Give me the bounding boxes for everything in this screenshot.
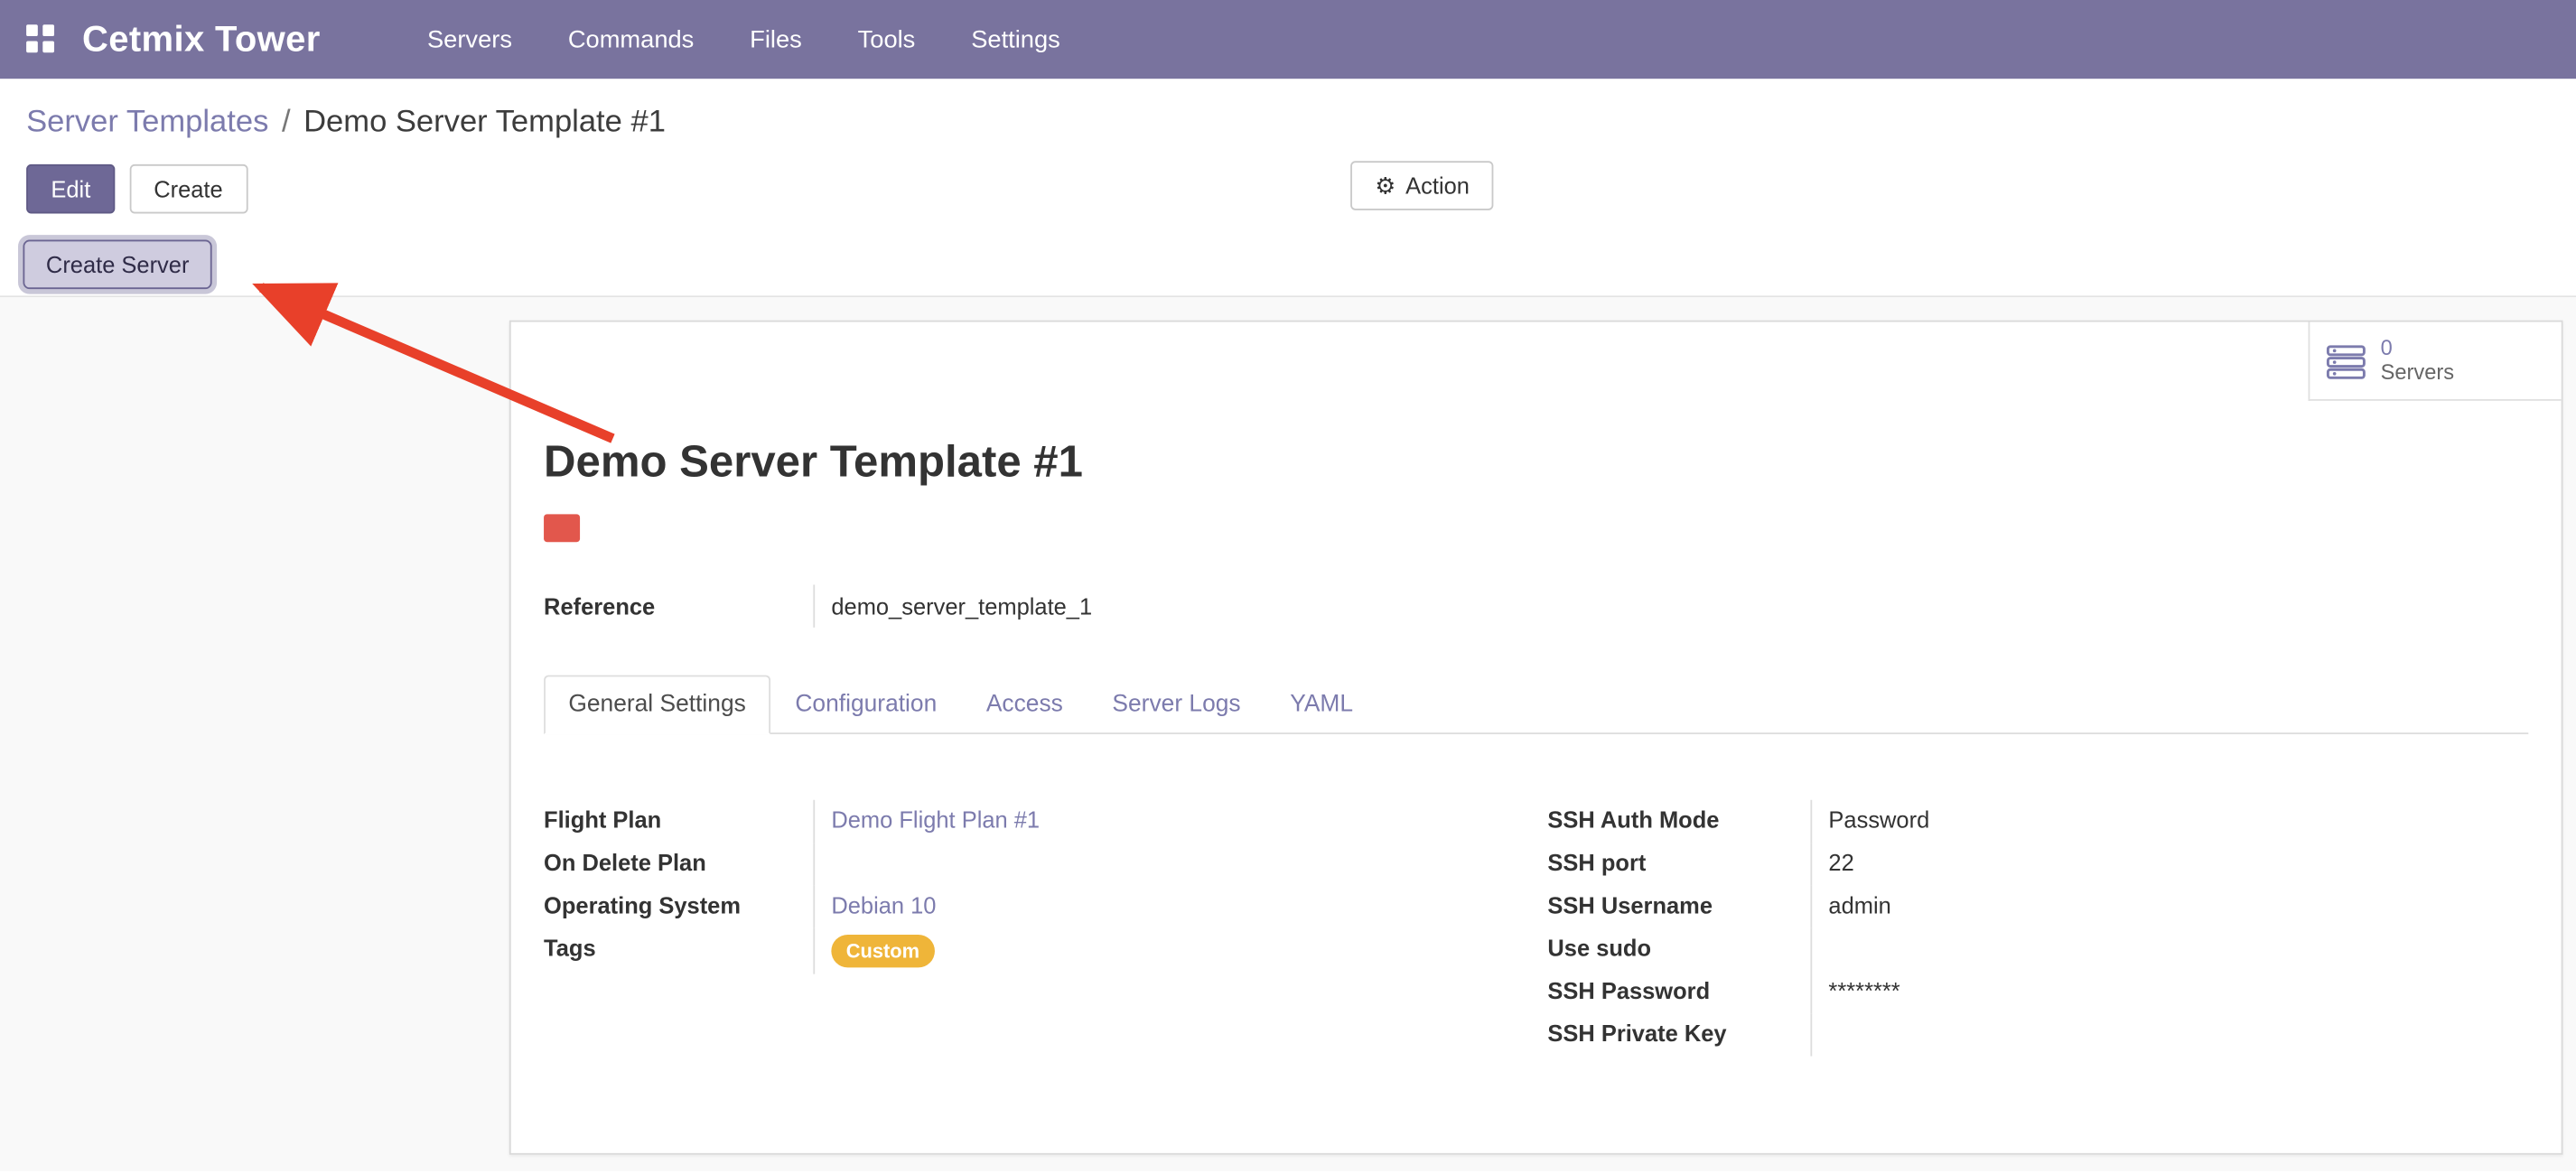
apps-grid-dot: [42, 24, 54, 36]
breadcrumb-separator: /: [282, 105, 291, 141]
reference-label: Reference: [544, 593, 813, 620]
nav-item-tools[interactable]: Tools: [830, 0, 944, 79]
nav-item-settings[interactable]: Settings: [943, 0, 1087, 79]
content-area: 0 Servers Demo Server Template #1 Refere…: [0, 297, 2576, 1171]
tab-configuration[interactable]: Configuration: [770, 676, 961, 734]
on-delete-plan-label: On Delete Plan: [544, 843, 813, 875]
use-sudo-label: Use sudo: [1547, 928, 1810, 961]
field-ssh-password: SSH Password ********: [1547, 971, 2528, 1013]
field-operating-system: Operating System Debian 10: [544, 885, 1536, 927]
action-button[interactable]: ⚙ Action: [1350, 161, 1494, 210]
nav-item-commands[interactable]: Commands: [540, 0, 722, 79]
top-navbar: Cetmix Tower Servers Commands Files Tool…: [0, 0, 2576, 79]
ssh-username-label: SSH Username: [1547, 885, 1810, 918]
apps-grid-icon[interactable]: [26, 24, 56, 54]
tag-badge-custom[interactable]: Custom: [831, 935, 934, 968]
tab-yaml[interactable]: YAML: [1265, 676, 1377, 734]
color-swatch[interactable]: [544, 514, 580, 542]
ssh-auth-mode-value: Password: [1810, 800, 2528, 843]
tags-value: Custom: [813, 928, 1535, 974]
apps-grid-dot: [26, 24, 38, 36]
ssh-private-key-label: SSH Private Key: [1547, 1013, 1810, 1046]
ssh-private-key-value: [1810, 1013, 2528, 1056]
sheet-inner: Demo Server Template #1 Reference demo_s…: [511, 322, 2562, 1057]
breadcrumb: Server Templates / Demo Server Template …: [0, 79, 2576, 147]
field-flight-plan: Flight Plan Demo Flight Plan #1: [544, 800, 1536, 843]
create-server-button[interactable]: Create Server: [23, 240, 211, 290]
apps-grid-dot: [26, 41, 38, 52]
breadcrumb-parent-link[interactable]: Server Templates: [26, 105, 268, 141]
tab-server-logs[interactable]: Server Logs: [1087, 676, 1265, 734]
nav-item-servers[interactable]: Servers: [399, 0, 540, 79]
on-delete-plan-value: [813, 843, 1535, 885]
page: Cetmix Tower Servers Commands Files Tool…: [0, 0, 2576, 1174]
form-sheet: 0 Servers Demo Server Template #1 Refere…: [509, 321, 2563, 1155]
tab-access[interactable]: Access: [962, 676, 1088, 734]
ssh-auth-mode-label: SSH Auth Mode: [1547, 800, 1810, 833]
use-sudo-value: [1810, 928, 2528, 971]
ssh-username-value: admin: [1810, 885, 2528, 927]
field-group-right: SSH Auth Mode Password SSH port 22 SSH U…: [1536, 800, 2529, 1057]
field-ssh-private-key: SSH Private Key: [1547, 1013, 2528, 1056]
ssh-port-label: SSH port: [1547, 843, 1810, 875]
field-ssh-port: SSH port 22: [1547, 843, 2528, 885]
record-title: Demo Server Template #1: [544, 437, 2528, 488]
operating-system-label: Operating System: [544, 885, 813, 918]
ssh-port-value: 22: [1810, 843, 2528, 885]
gear-icon: ⚙: [1375, 174, 1395, 197]
controls-row: Edit Create ⚙ Action: [0, 148, 2576, 230]
tab-general-settings[interactable]: General Settings: [544, 676, 770, 734]
flight-plan-value[interactable]: Demo Flight Plan #1: [813, 800, 1535, 843]
operating-system-value[interactable]: Debian 10: [813, 885, 1535, 927]
server-stack-icon: [2327, 342, 2366, 378]
field-use-sudo: Use sudo: [1547, 928, 2528, 971]
reference-value: demo_server_template_1: [813, 585, 1092, 628]
status-button-row: Create Server: [0, 230, 2576, 296]
servers-stat-button[interactable]: 0 Servers: [2309, 322, 2562, 401]
field-ssh-auth-mode: SSH Auth Mode Password: [1547, 800, 2528, 843]
field-group-left: Flight Plan Demo Flight Plan #1 On Delet…: [544, 800, 1536, 1057]
nav-menu: Servers Commands Files Tools Settings: [399, 0, 1088, 79]
servers-stat-label: Servers: [2381, 360, 2454, 385]
field-on-delete-plan: On Delete Plan: [544, 843, 1536, 885]
tags-label: Tags: [544, 928, 813, 961]
flight-plan-label: Flight Plan: [544, 800, 813, 833]
servers-stat-text: 0 Servers: [2381, 336, 2454, 385]
edit-button[interactable]: Edit: [26, 164, 115, 214]
apps-grid-dot: [42, 41, 54, 52]
field-ssh-username: SSH Username admin: [1547, 885, 2528, 927]
breadcrumb-current: Demo Server Template #1: [303, 105, 666, 141]
create-button[interactable]: Create: [129, 164, 247, 214]
ssh-password-value: ********: [1810, 971, 2528, 1013]
action-button-label: Action: [1405, 172, 1470, 199]
nav-item-files[interactable]: Files: [722, 0, 829, 79]
field-tags: Tags Custom: [544, 928, 1536, 974]
ssh-password-label: SSH Password: [1547, 971, 1810, 1003]
brand-title[interactable]: Cetmix Tower: [82, 18, 321, 61]
servers-stat-value: 0: [2381, 336, 2454, 360]
fields-container: Flight Plan Demo Flight Plan #1 On Delet…: [544, 734, 2528, 1057]
notebook-tabs: General Settings Configuration Access Se…: [544, 674, 2528, 734]
reference-field: Reference demo_server_template_1: [544, 585, 2528, 628]
